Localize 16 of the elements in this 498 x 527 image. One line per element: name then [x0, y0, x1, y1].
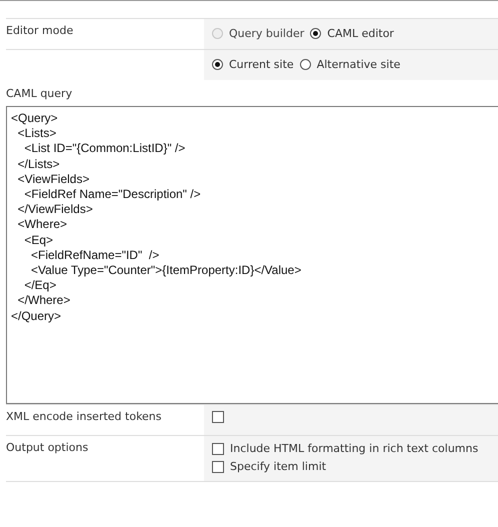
- radio-button[interactable]: [300, 58, 311, 70]
- field-label: CAML query: [6, 86, 74, 102]
- radio-button[interactable]: [212, 58, 223, 70]
- option-label[interactable]: Current site: [229, 58, 294, 70]
- option-label[interactable]: Alternative site: [316, 58, 400, 70]
- option-label[interactable]: Include HTML formatting in rich text columns: [230, 442, 478, 455]
- option-label[interactable]: CAML editor: [327, 26, 394, 40]
- field-label: Editor mode: [6, 24, 74, 37]
- checkbox[interactable]: [212, 460, 224, 472]
- field-label: Output options: [6, 441, 88, 454]
- checkbox[interactable]: [212, 442, 224, 454]
- checkbox[interactable]: [212, 411, 224, 423]
- option-label[interactable]: Specify item limit: [230, 460, 326, 473]
- code-editor[interactable]: <Query> <Lists> <List ID="{Common:ListID}" /> </Lists> <ViewFields> <FieldRef Name="Description" /> </ViewFields> <Where> <Eq> <FieldRefName="ID" /> <Value Type="Counter">{ItemProperty:ID}</Value> </Eq> </Where> </Query>: [6, 106, 498, 404]
- radio-button[interactable]: [310, 28, 322, 38]
- field-label: XML encode inserted tokens: [6, 410, 162, 423]
